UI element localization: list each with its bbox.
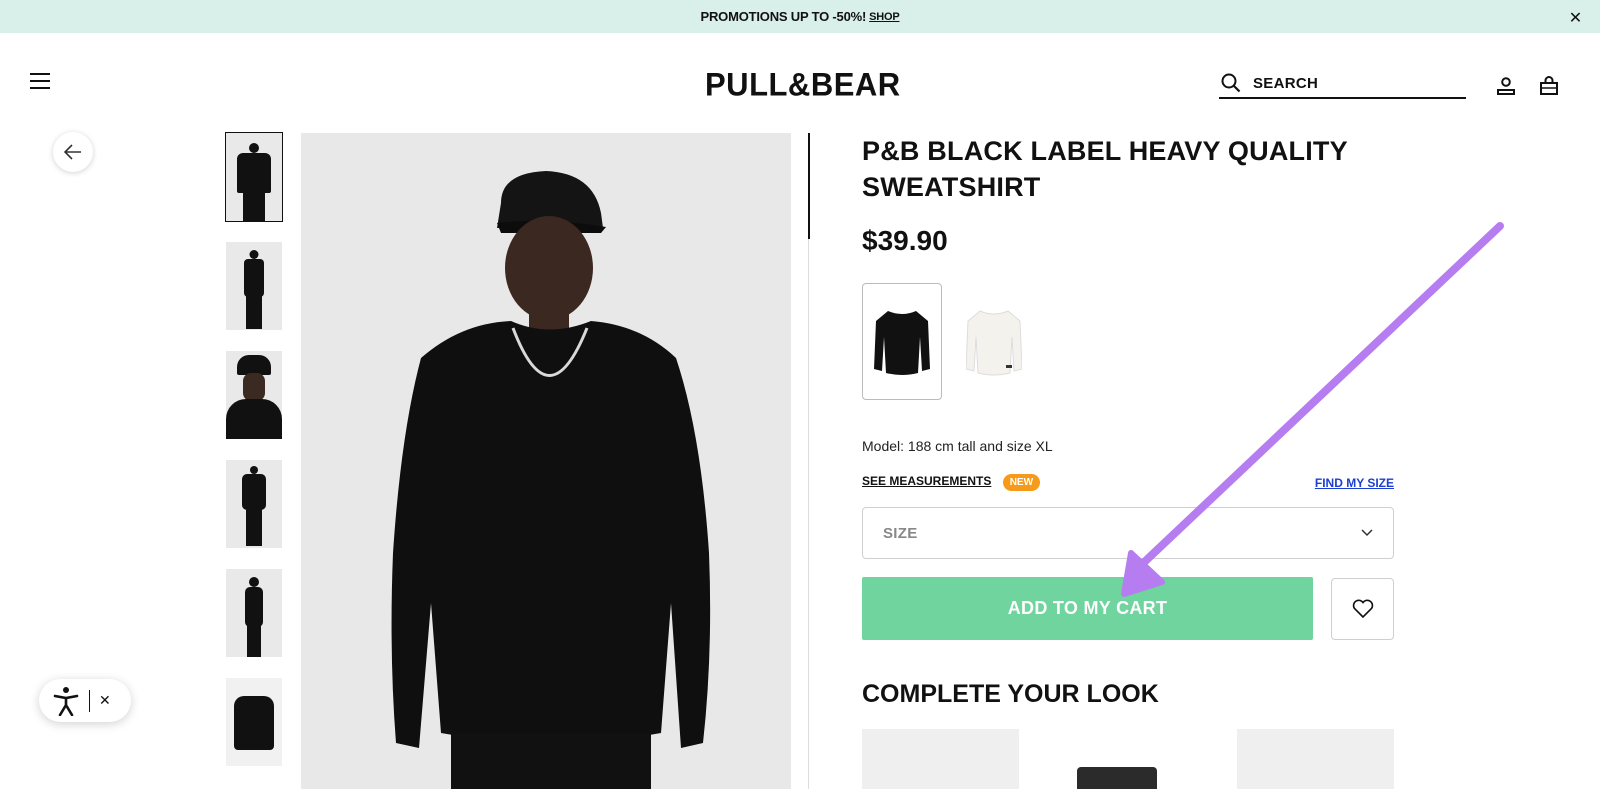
search-input[interactable]: SEARCH [1219, 69, 1466, 99]
thumbnail[interactable] [226, 678, 282, 766]
product-info: P&B BLACK LABEL HEAVY QUALITY SWEATSHIRT… [862, 133, 1394, 789]
close-icon[interactable]: ✕ [99, 692, 111, 709]
chevron-down-icon [1361, 529, 1373, 537]
thumbnail[interactable] [226, 460, 282, 548]
thumbnail[interactable] [226, 242, 282, 330]
look-item[interactable] [862, 729, 1020, 789]
site-header: PULL&BEAR SEARCH [0, 33, 1600, 133]
accessibility-icon [53, 686, 79, 716]
look-item[interactable] [1049, 729, 1207, 789]
thumbnail-gallery [225, 132, 283, 787]
search-label: SEARCH [1253, 74, 1319, 92]
brand-logo[interactable]: PULL&BEAR [705, 66, 901, 104]
product-title: P&B BLACK LABEL HEAVY QUALITY SWEATSHIRT [862, 136, 1348, 202]
thumbnail[interactable] [226, 569, 282, 657]
see-measurements-link[interactable]: SEE MEASUREMENTS [862, 474, 991, 488]
search-icon [1221, 73, 1241, 93]
product-price: $39.90 [862, 225, 948, 256]
thumbnail[interactable] [225, 132, 283, 222]
accessibility-widget[interactable]: ✕ [39, 679, 131, 722]
look-item[interactable] [1236, 729, 1394, 789]
close-icon[interactable]: ✕ [1569, 8, 1582, 28]
model-info: Model: 188 cm tall and size XL [862, 438, 1053, 454]
arrow-left-icon [64, 144, 81, 160]
bag-icon[interactable] [1539, 76, 1559, 96]
add-to-cart-button[interactable]: ADD TO MY CART [862, 577, 1313, 640]
size-links: SEE MEASUREMENTS NEW FIND MY SIZE [862, 474, 1394, 491]
cart-actions: ADD TO MY CART [862, 577, 1394, 640]
size-select[interactable]: SIZE [862, 507, 1394, 559]
heart-icon [1352, 599, 1373, 618]
menu-icon[interactable] [30, 73, 50, 89]
size-placeholder: SIZE [883, 524, 918, 542]
color-swatch-white[interactable] [954, 283, 1034, 400]
promo-banner: PROMOTIONS UP TO -50%! SHOP ✕ [0, 0, 1600, 33]
find-my-size-link[interactable]: FIND MY SIZE [1315, 476, 1394, 490]
back-button[interactable] [53, 132, 93, 172]
wishlist-button[interactable] [1331, 577, 1394, 640]
user-icon[interactable] [1496, 76, 1516, 96]
product-main-image[interactable] [301, 133, 791, 789]
promo-shop-link[interactable]: SHOP [869, 11, 900, 23]
promo-text: PROMOTIONS UP TO -50%! [700, 9, 867, 24]
complete-look-heading: COMPLETE YOUR LOOK [862, 680, 1159, 708]
complete-look-row [862, 729, 1394, 789]
new-badge: NEW [1002, 474, 1041, 491]
scroll-indicator [808, 133, 810, 239]
color-swatch-black[interactable] [862, 283, 942, 400]
color-swatches [862, 283, 1394, 400]
separator [89, 689, 90, 712]
model-photo [301, 133, 791, 789]
thumbnail[interactable] [226, 351, 282, 439]
